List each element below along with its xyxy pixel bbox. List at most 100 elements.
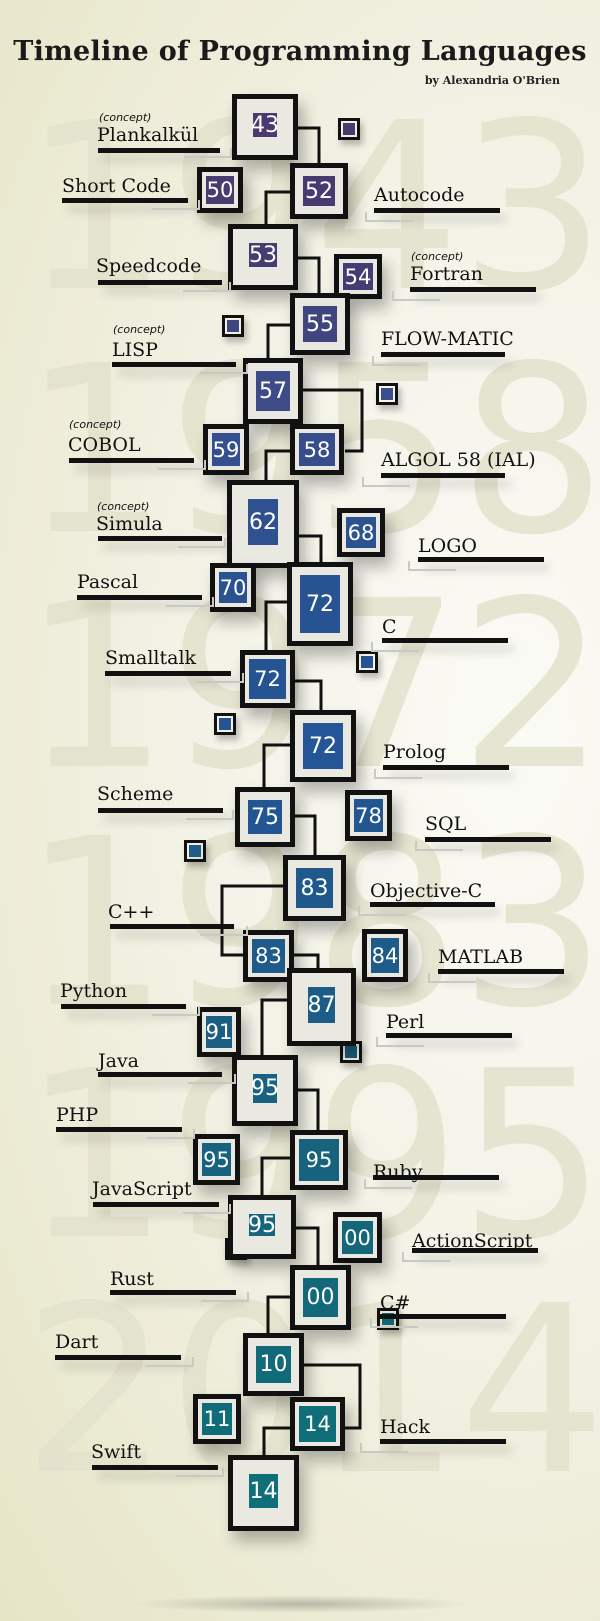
- year-box-objective-c[interactable]: 83: [283, 855, 346, 921]
- label-bracket: [158, 460, 206, 470]
- label-bracket: [196, 673, 244, 683]
- concept-tag: (concept): [99, 111, 152, 124]
- language-label-logo[interactable]: LOGO: [418, 537, 477, 556]
- label-bracket: [188, 1074, 236, 1084]
- year-box-plankalkul[interactable]: 43: [232, 94, 298, 160]
- language-label-rust[interactable]: Rust: [110, 1270, 154, 1289]
- label-bracket: [371, 642, 419, 652]
- decorative-square: [338, 118, 360, 140]
- year-value: 78: [354, 799, 383, 832]
- year-box-actionscript[interactable]: 00: [333, 1212, 382, 1263]
- concept-tag: (concept): [69, 418, 122, 431]
- connector-72-72: [264, 600, 289, 652]
- label-bracket: [415, 841, 463, 851]
- year-box-sql[interactable]: 78: [345, 790, 392, 841]
- label-bracket: [365, 212, 413, 222]
- decorative-square: [376, 383, 398, 405]
- year-box-c[interactable]: 72: [287, 562, 353, 646]
- year-box-smalltalk[interactable]: 72: [240, 650, 295, 708]
- label-bracket: [166, 597, 214, 607]
- year-box-swift[interactable]: 14: [228, 1455, 299, 1531]
- year-box-dart[interactable]: 11: [193, 1394, 241, 1444]
- year-box-ruby[interactable]: 95: [290, 1130, 348, 1190]
- year-value: 57: [256, 371, 290, 411]
- year-box-prolog[interactable]: 72: [290, 710, 356, 782]
- year-value: 91: [206, 1016, 232, 1048]
- language-label-cobol[interactable]: COBOL: [68, 436, 141, 455]
- year-value: 72: [300, 575, 340, 633]
- connector-72-75: [262, 743, 292, 789]
- language-label-swift[interactable]: Swift: [91, 1443, 141, 1462]
- year-box-php[interactable]: 95: [193, 1134, 240, 1185]
- language-label-speedcode[interactable]: Speedcode: [96, 257, 201, 276]
- year-value: 14: [249, 1474, 278, 1508]
- year-box-logo[interactable]: 68: [337, 508, 385, 557]
- language-label-dart[interactable]: Dart: [55, 1333, 98, 1352]
- label-bracket: [201, 1292, 249, 1302]
- label-bracket: [402, 1252, 450, 1262]
- connector-53-55: [298, 256, 321, 295]
- year-box-hack[interactable]: 14: [290, 1397, 345, 1451]
- language-label-short-code[interactable]: Short Code: [62, 177, 171, 196]
- year-value: 95: [248, 1212, 276, 1238]
- year-box-rust[interactable]: 10: [243, 1333, 304, 1396]
- language-label-prolog[interactable]: Prolog: [383, 743, 446, 762]
- language-label-cpp[interactable]: C++: [108, 903, 154, 922]
- language-label-objective-c[interactable]: Objective-C: [370, 882, 482, 901]
- connector-72-72b: [295, 679, 323, 712]
- language-label-csharp[interactable]: C#: [380, 1294, 410, 1313]
- language-label-python[interactable]: Python: [60, 982, 127, 1001]
- label-bracket: [370, 1318, 418, 1328]
- decorative-square: [214, 713, 236, 735]
- year-box-autocode[interactable]: 52: [290, 163, 348, 219]
- year-box-cobol[interactable]: 59: [203, 424, 249, 475]
- language-label-sql[interactable]: SQL: [425, 815, 466, 834]
- year-value: 43: [251, 112, 279, 138]
- language-label-matlab[interactable]: MATLAB: [438, 948, 523, 967]
- language-label-hack[interactable]: Hack: [380, 1418, 430, 1437]
- language-label-algol-58[interactable]: ALGOL 58 (IAL): [381, 451, 536, 470]
- year-box-csharp[interactable]: 00: [290, 1265, 351, 1330]
- year-box-python[interactable]: 91: [197, 1007, 241, 1057]
- label-bracket: [360, 1443, 408, 1453]
- language-label-c[interactable]: C: [382, 618, 397, 637]
- language-label-lisp[interactable]: LISP: [112, 341, 158, 360]
- label-bracket: [358, 906, 406, 916]
- year-box-simula[interactable]: 62: [227, 480, 299, 568]
- year-box-flow-matic[interactable]: 55: [290, 293, 350, 355]
- language-label-plankalkul[interactable]: Plankalkül: [97, 126, 198, 145]
- year-value: 10: [256, 1346, 291, 1383]
- year-value: 87: [308, 987, 336, 1023]
- year-box-javascript[interactable]: 95: [228, 1195, 296, 1259]
- language-label-scheme[interactable]: Scheme: [97, 785, 173, 804]
- language-label-simula[interactable]: Simula: [96, 515, 163, 534]
- connector-14-14: [262, 1426, 292, 1457]
- year-box-algol-58[interactable]: 58: [290, 424, 344, 475]
- label-bracket: [364, 1179, 412, 1189]
- connector-43-52: [297, 126, 321, 165]
- language-label-perl[interactable]: Perl: [386, 1013, 424, 1032]
- language-label-fortran[interactable]: Fortran: [410, 265, 483, 284]
- language-label-javascript[interactable]: JavaScript: [92, 1180, 192, 1199]
- year-box-java[interactable]: 95: [232, 1055, 298, 1126]
- label-bracket: [408, 561, 456, 571]
- year-value: 58: [299, 433, 335, 466]
- label-bracket: [362, 477, 410, 487]
- year-box-short-code[interactable]: 50: [197, 167, 243, 213]
- year-box-lisp[interactable]: 57: [243, 358, 303, 424]
- language-label-smalltalk[interactable]: Smalltalk: [105, 649, 196, 668]
- connector-55-57: [266, 323, 292, 360]
- year-box-scheme[interactable]: 75: [235, 787, 295, 847]
- language-label-pascal[interactable]: Pascal: [77, 573, 138, 592]
- year-box-speedcode[interactable]: 53: [228, 224, 298, 290]
- year-box-perl[interactable]: 87: [287, 968, 356, 1046]
- language-label-flow-matic[interactable]: FLOW-MATIC: [381, 330, 514, 349]
- language-label-autocode[interactable]: Autocode: [374, 186, 465, 205]
- label-bracket: [392, 291, 440, 301]
- year-box-matlab[interactable]: 84: [362, 929, 408, 982]
- language-label-php[interactable]: PHP: [56, 1106, 98, 1125]
- year-box-pascal[interactable]: 70: [210, 563, 256, 612]
- connector-75-83: [295, 814, 317, 857]
- language-label-java[interactable]: Java: [98, 1052, 139, 1071]
- label-bracket: [428, 973, 476, 983]
